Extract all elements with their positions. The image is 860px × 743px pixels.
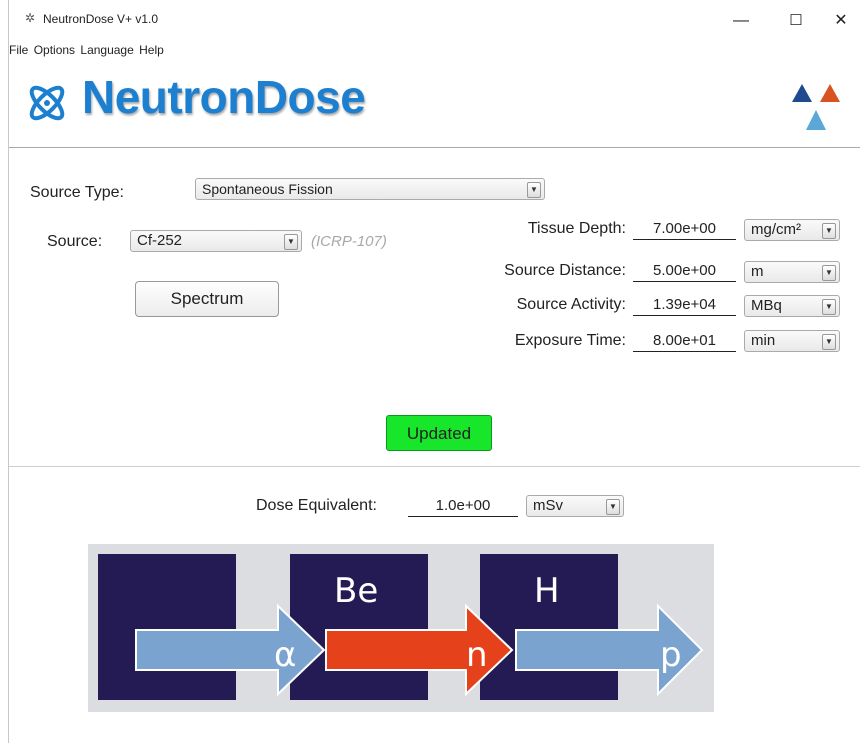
source-reference: (ICRP-107)	[311, 233, 387, 250]
tissue-depth-input[interactable]: 7.00e+00	[633, 218, 736, 240]
exposure-time-label: Exposure Time:	[514, 332, 626, 349]
chevron-down-icon: ▼	[822, 334, 836, 350]
source-label: Source:	[47, 233, 103, 250]
source-type-label: Source Type:	[30, 184, 124, 201]
hydrogen-label: H	[534, 571, 560, 611]
alpha-source-block	[98, 554, 236, 700]
chevron-down-icon: ▼	[606, 499, 620, 515]
source-activity-unit-select[interactable]: MBq ▼	[744, 295, 840, 317]
source-select[interactable]: Cf-252 ▼	[130, 230, 302, 252]
divider	[9, 466, 860, 467]
title-bar: ✲ NeutronDose V+ v1.0 — ☐ ✕	[9, 0, 860, 40]
beryllium-label: Be	[334, 571, 378, 611]
tissue-depth-label: Tissue Depth:	[527, 220, 626, 237]
exposure-time-unit-select[interactable]: min ▼	[744, 330, 840, 352]
spectrum-button[interactable]: Spectrum	[135, 281, 279, 317]
chevron-down-icon: ▼	[822, 265, 836, 281]
close-button[interactable]: ✕	[821, 6, 860, 36]
dose-equivalent-value: 1.0e+00	[408, 495, 518, 517]
source-type-select[interactable]: Spontaneous Fission ▼	[195, 178, 545, 200]
exposure-time-input[interactable]: 8.00e+01	[633, 330, 736, 352]
proton-label: p	[660, 635, 682, 675]
source-activity-input[interactable]: 1.39e+04	[633, 294, 736, 316]
menu-bar: File Options Language Help	[9, 41, 166, 63]
window-border	[8, 0, 9, 743]
update-status-button[interactable]: Updated	[386, 415, 492, 451]
divider	[9, 147, 860, 148]
source-activity-label: Source Activity:	[516, 296, 626, 313]
tissue-depth-unit: mg/cm²	[751, 221, 801, 238]
alpha-label: α	[274, 635, 296, 675]
exposure-time-unit: min	[751, 332, 776, 349]
menu-language[interactable]: Language	[80, 41, 133, 59]
dose-unit-select[interactable]: mSv ▼	[526, 495, 624, 517]
source-distance-unit-select[interactable]: m ▼	[744, 261, 840, 283]
source-activity-unit: MBq	[751, 297, 782, 314]
reaction-diagram-graphic: Be H α n p	[98, 554, 704, 700]
window-title: NeutronDose V+ v1.0	[43, 12, 159, 26]
dose-unit: mSv	[533, 497, 563, 514]
atom-logo-icon	[29, 85, 65, 121]
maximize-button[interactable]: ☐	[776, 6, 816, 36]
logo-text: NeutronDose	[82, 71, 366, 123]
tissue-depth-unit-select[interactable]: mg/cm² ▼	[744, 219, 840, 241]
source-value: Cf-252	[137, 232, 183, 249]
neutron-label: n	[466, 635, 488, 675]
chevron-down-icon: ▼	[822, 299, 836, 315]
dose-equivalent-label: Dose Equivalent:	[256, 497, 377, 514]
chevron-down-icon: ▼	[527, 182, 541, 198]
minimize-button[interactable]: —	[721, 6, 761, 36]
source-distance-input[interactable]: 5.00e+00	[633, 260, 736, 282]
atom-icon: ✲	[25, 11, 36, 25]
menu-options[interactable]: Options	[34, 41, 75, 59]
chevron-down-icon: ▼	[284, 234, 298, 250]
menu-file[interactable]: File	[9, 41, 28, 59]
app-window: ✲ NeutronDose V+ v1.0 — ☐ ✕ File Options…	[0, 0, 860, 743]
source-distance-label: Source Distance:	[504, 262, 626, 279]
triangles-logo-icon	[792, 84, 840, 130]
chevron-down-icon: ▼	[822, 223, 836, 239]
menu-help[interactable]: Help	[139, 41, 164, 59]
source-distance-unit: m	[751, 263, 764, 280]
source-type-value: Spontaneous Fission	[202, 181, 333, 197]
reaction-diagram: Be H α n p	[88, 544, 714, 712]
